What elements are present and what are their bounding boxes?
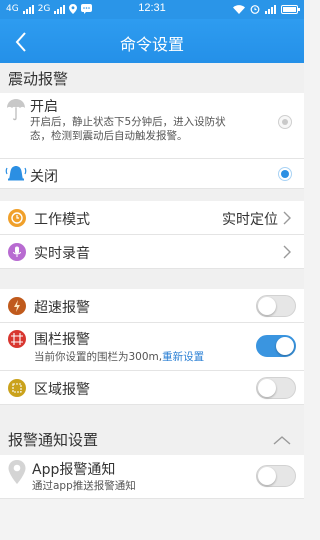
fence-alarm-toggle[interactable] <box>256 335 296 357</box>
battery-icon <box>281 4 300 14</box>
work-mode-label: 工作模式 <box>34 212 90 228</box>
vibration-off-label: 关闭 <box>30 169 58 185</box>
overspeed-alarm-label: 超速报警 <box>34 300 90 316</box>
alarm-clock-icon <box>250 5 260 14</box>
umbrella-icon <box>7 99 25 121</box>
clock-icon <box>8 209 26 227</box>
divider-1 <box>0 189 304 201</box>
vibration-option-off[interactable]: 关闭 <box>0 159 304 189</box>
lightning-icon <box>8 297 26 315</box>
bell-icon <box>5 166 27 181</box>
divider-2 <box>0 269 304 289</box>
fence-description-text: 当前你设置的围栏为300m, <box>34 351 163 363</box>
chevron-right-icon <box>283 245 291 259</box>
app-notify-description: 通过app推送报警通知 <box>32 480 136 492</box>
region-alarm-toggle[interactable] <box>256 377 296 399</box>
voice-record-label: 实时录音 <box>34 246 90 262</box>
vibration-on-radio[interactable] <box>278 115 292 129</box>
chevron-right-icon <box>283 211 291 225</box>
vibration-off-radio[interactable] <box>278 167 292 181</box>
notify-section-title-text: 报警通知设置 <box>8 431 99 449</box>
fence-alarm-description: 当前你设置的围栏为300m,重新设置 <box>34 350 204 364</box>
signal-3-icon <box>265 4 276 14</box>
status-right <box>233 4 300 14</box>
location-pin-icon <box>8 460 26 484</box>
vibration-on-label: 开启 <box>30 99 58 115</box>
work-mode-row[interactable]: 工作模式 实时定位 <box>0 201 304 235</box>
chevron-up-icon[interactable] <box>272 435 292 445</box>
fence-icon <box>8 330 26 348</box>
app-notify-row: App报警通知 通过app推送报警通知 <box>0 455 304 499</box>
notify-section-title: 报警通知设置 <box>0 423 304 455</box>
region-icon <box>8 379 26 397</box>
overspeed-alarm-row: 超速报警 <box>0 289 304 323</box>
fence-reset-link[interactable]: 重新设置 <box>162 351 204 363</box>
region-alarm-label: 区域报警 <box>34 382 90 398</box>
app-notify-label: App报警通知 <box>32 462 116 478</box>
vibration-on-description: 开启后，静止状态下5分钟后，进入设防状态，检测到震动后自动触发报警。 <box>30 116 226 142</box>
work-mode-value: 实时定位 <box>222 212 278 228</box>
voice-record-row[interactable]: 实时录音 <box>0 235 304 269</box>
divider-3 <box>0 405 304 423</box>
region-alarm-row: 区域报警 <box>0 371 304 405</box>
vibration-section-title: 震动报警 <box>0 63 304 93</box>
overspeed-alarm-toggle[interactable] <box>256 295 296 317</box>
settings-content: 震动报警 开启 开启后，静止状态下5分钟后，进入设防状态，检测到震动后自动触发报… <box>0 63 304 540</box>
page-title: 命令设置 <box>119 35 184 54</box>
vibration-option-on[interactable]: 开启 开启后，静止状态下5分钟后，进入设防状态，检测到震动后自动触发报警。 <box>0 93 304 159</box>
status-bar: 4G 2G 12:31 <box>0 0 304 19</box>
microphone-icon <box>8 243 26 261</box>
fence-alarm-label: 围栏报警 <box>34 332 90 348</box>
app-notify-toggle[interactable] <box>256 465 296 487</box>
wifi-icon <box>233 4 245 14</box>
fence-alarm-row: 围栏报警 当前你设置的围栏为300m,重新设置 <box>0 323 304 371</box>
nav-bar: 命令设置 <box>0 19 304 63</box>
